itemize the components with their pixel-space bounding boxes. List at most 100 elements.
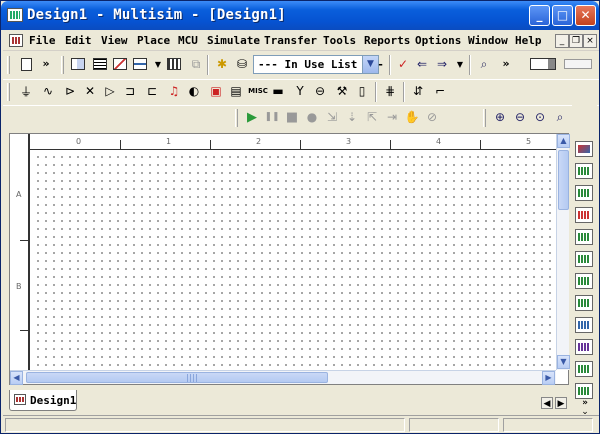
menu-options[interactable]: Options [415,34,461,47]
word-generator-icon[interactable] [575,295,593,311]
mdi-restore-button[interactable]: ❐ [569,34,583,48]
design-tab-bar: Design1 [3,389,573,413]
mdi-minimize-button[interactable]: _ [555,34,569,48]
back-annotate-icon[interactable]: ⇐ [413,55,431,73]
title-bar[interactable]: Design1 - Multisim - [Design1] _ □ ✕ [1,1,599,30]
design-toolbox-icon[interactable] [69,55,87,73]
menu-place[interactable]: Place [137,34,170,47]
grapher-icon[interactable] [111,55,129,73]
forward-annotate-icon[interactable]: ⇒ [433,55,451,73]
layout-toggle-icon[interactable] [563,55,593,73]
scroll-up-button[interactable]: ▲ [557,134,570,148]
scroll-left-button[interactable]: ◀ [10,371,23,385]
frequency-counter-icon[interactable] [575,273,593,289]
rf-icon[interactable]: Y [291,82,309,100]
horizontal-scrollbar[interactable]: ◀ ▶ [10,370,556,385]
document-icon[interactable] [9,34,23,47]
power-icon[interactable]: ▣ [207,82,225,100]
database-manager-icon[interactable]: ⛁ [233,55,251,73]
vertical-scroll-thumb[interactable] [558,150,569,210]
horizontal-scroll-thumb[interactable] [26,372,328,383]
find-icon[interactable]: ⌕ [475,55,493,73]
tab-next-button[interactable]: ▶ [555,397,567,409]
toolbar-grip[interactable] [7,56,10,74]
schematic-grid[interactable] [32,151,556,370]
diode-icon[interactable]: ⊳ [61,82,79,100]
more-tools-icon[interactable]: » [497,54,515,72]
stop-simulation-button[interactable]: ■ [283,108,301,126]
scroll-right-button[interactable]: ▶ [542,371,555,385]
postprocessor-icon[interactable] [131,55,149,73]
advanced-peripherals-icon[interactable]: ▬ [269,82,287,100]
ttl-icon[interactable]: ⊐ [121,82,139,100]
bode-plotter-icon[interactable] [575,251,593,267]
resistor-icon[interactable]: ∿ [39,82,57,100]
ground-icon[interactable]: ⏚ [17,82,35,100]
cmos-icon[interactable]: ⊏ [143,82,161,100]
vertical-scrollbar[interactable]: ▲ ▼ [556,134,570,370]
more-tools-icon[interactable]: » [37,54,55,72]
menu-reports[interactable]: Reports [364,34,410,47]
erc-icon[interactable]: ✓ [394,55,412,73]
indicator-icon[interactable]: ◐ [185,82,203,100]
schematic-workspace[interactable]: 0 1 2 3 4 5 A B ▲ ▼ ◀ ▶ [9,133,570,385]
mcu-component-icon[interactable]: ▯ [353,82,371,100]
multimeter-icon[interactable] [575,141,593,157]
four-channel-oscilloscope-icon[interactable] [575,229,593,245]
zoom-area-icon[interactable]: ⊙ [531,108,549,126]
toolbar-grip[interactable] [483,109,486,127]
new-file-icon[interactable] [17,55,35,73]
opamp-icon[interactable]: ▷ [101,82,119,100]
logic-converter-icon[interactable] [575,339,593,355]
toolbar-grip[interactable] [61,56,64,74]
pause-simulation-button[interactable]: ❚❚ [263,108,281,126]
function-generator-icon[interactable] [575,163,593,179]
minimize-button[interactable]: _ [529,5,550,26]
wattmeter-icon[interactable] [575,185,593,201]
menu-tools[interactable]: Tools [323,34,356,47]
menu-window[interactable]: Window [468,34,508,47]
toolbar-grip[interactable] [7,83,10,101]
maximize-button[interactable]: □ [552,5,573,26]
menu-view[interactable]: View [101,34,128,47]
app-icon[interactable] [7,8,23,22]
calculator-icon[interactable] [165,55,183,73]
ruler-label-x5: 5 [526,137,532,146]
menu-help[interactable]: Help [515,34,542,47]
logic-analyzer-icon[interactable] [575,317,593,333]
mdi-close-button[interactable]: × [583,34,597,48]
zoom-fit-icon[interactable]: ⌕ [551,108,569,126]
scroll-down-button[interactable]: ▼ [557,355,570,369]
transistor-icon[interactable]: ✕ [81,82,99,100]
wire-icon[interactable]: ⌐ [431,82,449,100]
hierarchical-block-icon[interactable]: ⋕ [381,82,399,100]
bus-icon[interactable]: ⇵ [409,82,427,100]
run-simulation-button[interactable]: ▶ [243,108,261,126]
tab-prev-button[interactable]: ◀ [541,397,553,409]
breadboard-view-icon[interactable] [529,55,557,73]
run-to-cursor-icon: ⇥ [386,110,398,124]
annotate-dropdown-icon[interactable]: ▼ [451,55,469,73]
mixed-icon[interactable]: ♫ [165,82,183,100]
tab-design1[interactable]: Design1 [9,390,77,411]
misc-digital-icon[interactable]: ▤ [227,82,245,100]
in-use-list-dropdown[interactable]: --- In Use List --- ▼ [253,55,384,74]
spreadsheet-icon[interactable] [91,55,109,73]
component-wizard-icon[interactable]: ✱ [213,55,231,73]
toolbar-grip[interactable] [235,109,238,127]
menu-mcu[interactable]: MCU [178,34,198,47]
menu-edit[interactable]: Edit [65,34,92,47]
menu-file[interactable]: File [29,34,56,47]
iv-analyzer-icon[interactable] [575,361,593,377]
electromechanical-icon[interactable]: ⊖ [311,82,329,100]
oscilloscope-icon[interactable] [575,207,593,223]
toolbar-overflow-button[interactable]: » [579,397,591,409]
zoom-out-icon[interactable]: ⊖ [511,108,529,126]
menu-transfer[interactable]: Transfer [264,34,317,47]
menu-simulate[interactable]: Simulate [207,34,260,47]
ladder-diagram-icon[interactable]: ⚒ [333,82,351,100]
misc-icon[interactable]: MISC [247,82,269,100]
zoom-in-icon[interactable]: ⊕ [491,108,509,126]
close-button[interactable]: ✕ [575,5,596,26]
in-use-list-arrow[interactable]: ▼ [362,56,378,73]
